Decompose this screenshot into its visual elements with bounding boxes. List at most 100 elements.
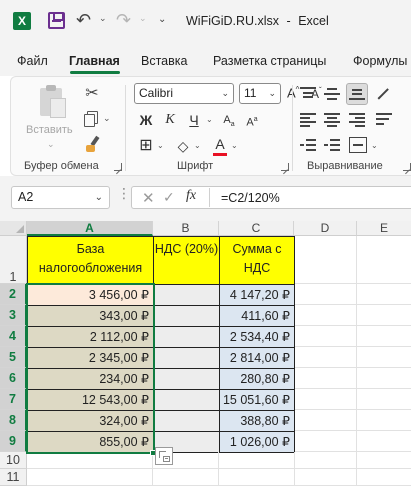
- column-header-c[interactable]: C: [219, 221, 294, 236]
- cell-e2[interactable]: [357, 284, 411, 305]
- borders-dropdown-chevron-icon[interactable]: ⌄: [157, 141, 164, 150]
- orientation-icon[interactable]: [376, 87, 392, 101]
- align-bottom-icon[interactable]: [349, 87, 365, 101]
- tab-home[interactable]: Главная: [69, 54, 120, 68]
- column-header-a[interactable]: A: [27, 221, 153, 236]
- insert-function-icon[interactable]: fx: [186, 188, 196, 204]
- paste-button-label[interactable]: Вставить: [26, 124, 73, 136]
- cell-a1[interactable]: База налогообложения: [27, 236, 154, 285]
- cell-e1[interactable]: [357, 236, 411, 284]
- cell-a7[interactable]: 12 543,00 ₽: [27, 389, 154, 411]
- row-header-11[interactable]: 11: [0, 469, 27, 486]
- cell-e10[interactable]: [357, 452, 411, 469]
- cell-d3[interactable]: [295, 305, 357, 326]
- row-header-5[interactable]: 5: [0, 347, 27, 368]
- cell-b8[interactable]: [153, 410, 220, 432]
- tab-file[interactable]: Файл: [17, 54, 48, 68]
- cell-c1[interactable]: Сумма с НДС: [219, 236, 295, 285]
- merge-dropdown-chevron-icon[interactable]: ⌄: [371, 141, 378, 150]
- cell-a8[interactable]: 324,00 ₽: [27, 410, 154, 432]
- customize-qat-icon[interactable]: ⌄: [158, 14, 166, 25]
- undo-icon[interactable]: ↶: [76, 10, 96, 30]
- cell-e11[interactable]: [357, 469, 411, 486]
- font-size-select[interactable]: 11 ⌄: [239, 83, 281, 104]
- cell-e7[interactable]: [357, 389, 411, 410]
- row-header-10[interactable]: 10: [0, 452, 27, 469]
- row-header-7[interactable]: 7: [0, 389, 27, 410]
- cell-a5[interactable]: 2 345,00 ₽: [27, 347, 154, 369]
- italic-button[interactable]: К: [161, 110, 179, 130]
- borders-icon[interactable]: ⊞: [137, 136, 155, 156]
- column-header-e[interactable]: E: [357, 221, 411, 236]
- increase-font-size-icon[interactable]: A^: [287, 85, 299, 100]
- font-name-select[interactable]: Calibri ⌄: [134, 83, 234, 104]
- cell-d4[interactable]: [295, 326, 357, 347]
- format-painter-icon[interactable]: [84, 135, 102, 154]
- row-header-2[interactable]: 2: [0, 284, 27, 305]
- cell-c7[interactable]: 15 051,60 ₽: [219, 389, 295, 411]
- formula-bar-grip-icon[interactable]: ⋮: [117, 186, 131, 200]
- cell-d9[interactable]: [295, 431, 357, 452]
- cell-c10[interactable]: [219, 452, 295, 469]
- tab-formulas[interactable]: Формулы: [353, 54, 407, 68]
- fill-color-chevron-icon[interactable]: ⌄: [194, 141, 201, 150]
- row-header-6[interactable]: 6: [0, 368, 27, 389]
- row-header-9[interactable]: 9: [0, 431, 27, 452]
- cell-e8[interactable]: [357, 410, 411, 431]
- cell-a3[interactable]: 343,00 ₽: [27, 305, 154, 327]
- align-top-icon[interactable]: [300, 87, 316, 101]
- cell-d11[interactable]: [295, 469, 357, 486]
- row-header-1[interactable]: 1: [0, 236, 27, 284]
- column-header-d[interactable]: D: [294, 221, 357, 236]
- copy-icon[interactable]: [82, 109, 102, 129]
- cell-d5[interactable]: [295, 347, 357, 368]
- fill-color-icon[interactable]: ◇: [174, 136, 192, 156]
- cell-e6[interactable]: [357, 368, 411, 389]
- cell-d6[interactable]: [295, 368, 357, 389]
- row-header-3[interactable]: 3: [0, 305, 27, 326]
- subscript-icon[interactable]: Aa: [220, 110, 238, 130]
- align-right-icon[interactable]: [349, 113, 365, 127]
- cell-e9[interactable]: [357, 431, 411, 452]
- increase-indent-icon[interactable]: [324, 139, 340, 153]
- cell-b2[interactable]: [153, 284, 220, 306]
- cell-c8[interactable]: 388,80 ₽: [219, 410, 295, 432]
- cell-e4[interactable]: [357, 326, 411, 347]
- underline-dropdown-chevron-icon[interactable]: ⌄: [206, 115, 213, 124]
- font-color-button[interactable]: A: [211, 134, 229, 156]
- copy-dropdown-chevron-icon[interactable]: ⌄: [103, 113, 111, 124]
- cell-d10[interactable]: [295, 452, 357, 469]
- column-header-b[interactable]: B: [153, 221, 219, 236]
- paste-dropdown-chevron-icon[interactable]: ⌄: [47, 139, 55, 150]
- cell-c3[interactable]: 411,60 ₽: [219, 305, 295, 327]
- cell-c4[interactable]: 2 534,40 ₽: [219, 326, 295, 348]
- cell-a10[interactable]: [27, 452, 153, 469]
- cell-a2[interactable]: 3 456,00 ₽: [27, 284, 154, 306]
- cell-d2[interactable]: [295, 284, 357, 305]
- enter-icon[interactable]: ✓: [163, 189, 175, 206]
- cell-a9[interactable]: 855,00 ₽: [27, 431, 154, 453]
- redo-dropdown-chevron-icon[interactable]: ⌄: [139, 13, 147, 24]
- cell-c6[interactable]: 280,80 ₽: [219, 368, 295, 390]
- tab-insert[interactable]: Вставка: [141, 54, 187, 68]
- quick-analysis-icon[interactable]: [155, 447, 173, 465]
- cell-c5[interactable]: 2 814,00 ₽: [219, 347, 295, 369]
- undo-dropdown-chevron-icon[interactable]: ⌄: [99, 13, 107, 24]
- cell-e5[interactable]: [357, 347, 411, 368]
- superscript-icon[interactable]: Aa: [243, 110, 261, 130]
- row-header-8[interactable]: 8: [0, 410, 27, 431]
- row-header-4[interactable]: 4: [0, 326, 27, 347]
- cell-b1[interactable]: НДС (20%): [153, 236, 220, 285]
- align-middle-icon[interactable]: [324, 87, 340, 101]
- alignment-launcher-icon[interactable]: [403, 163, 411, 171]
- cell-b4[interactable]: [153, 326, 220, 348]
- decrease-indent-icon[interactable]: [300, 139, 316, 153]
- underline-button[interactable]: Ч: [185, 110, 203, 130]
- wrap-text-icon[interactable]: [376, 113, 392, 127]
- cell-b11[interactable]: [153, 469, 219, 486]
- tab-page-layout[interactable]: Разметка страницы: [213, 54, 326, 68]
- save-icon[interactable]: [48, 12, 65, 29]
- align-center-icon[interactable]: [324, 113, 340, 127]
- cell-b7[interactable]: [153, 389, 220, 411]
- select-all-button[interactable]: [0, 221, 27, 236]
